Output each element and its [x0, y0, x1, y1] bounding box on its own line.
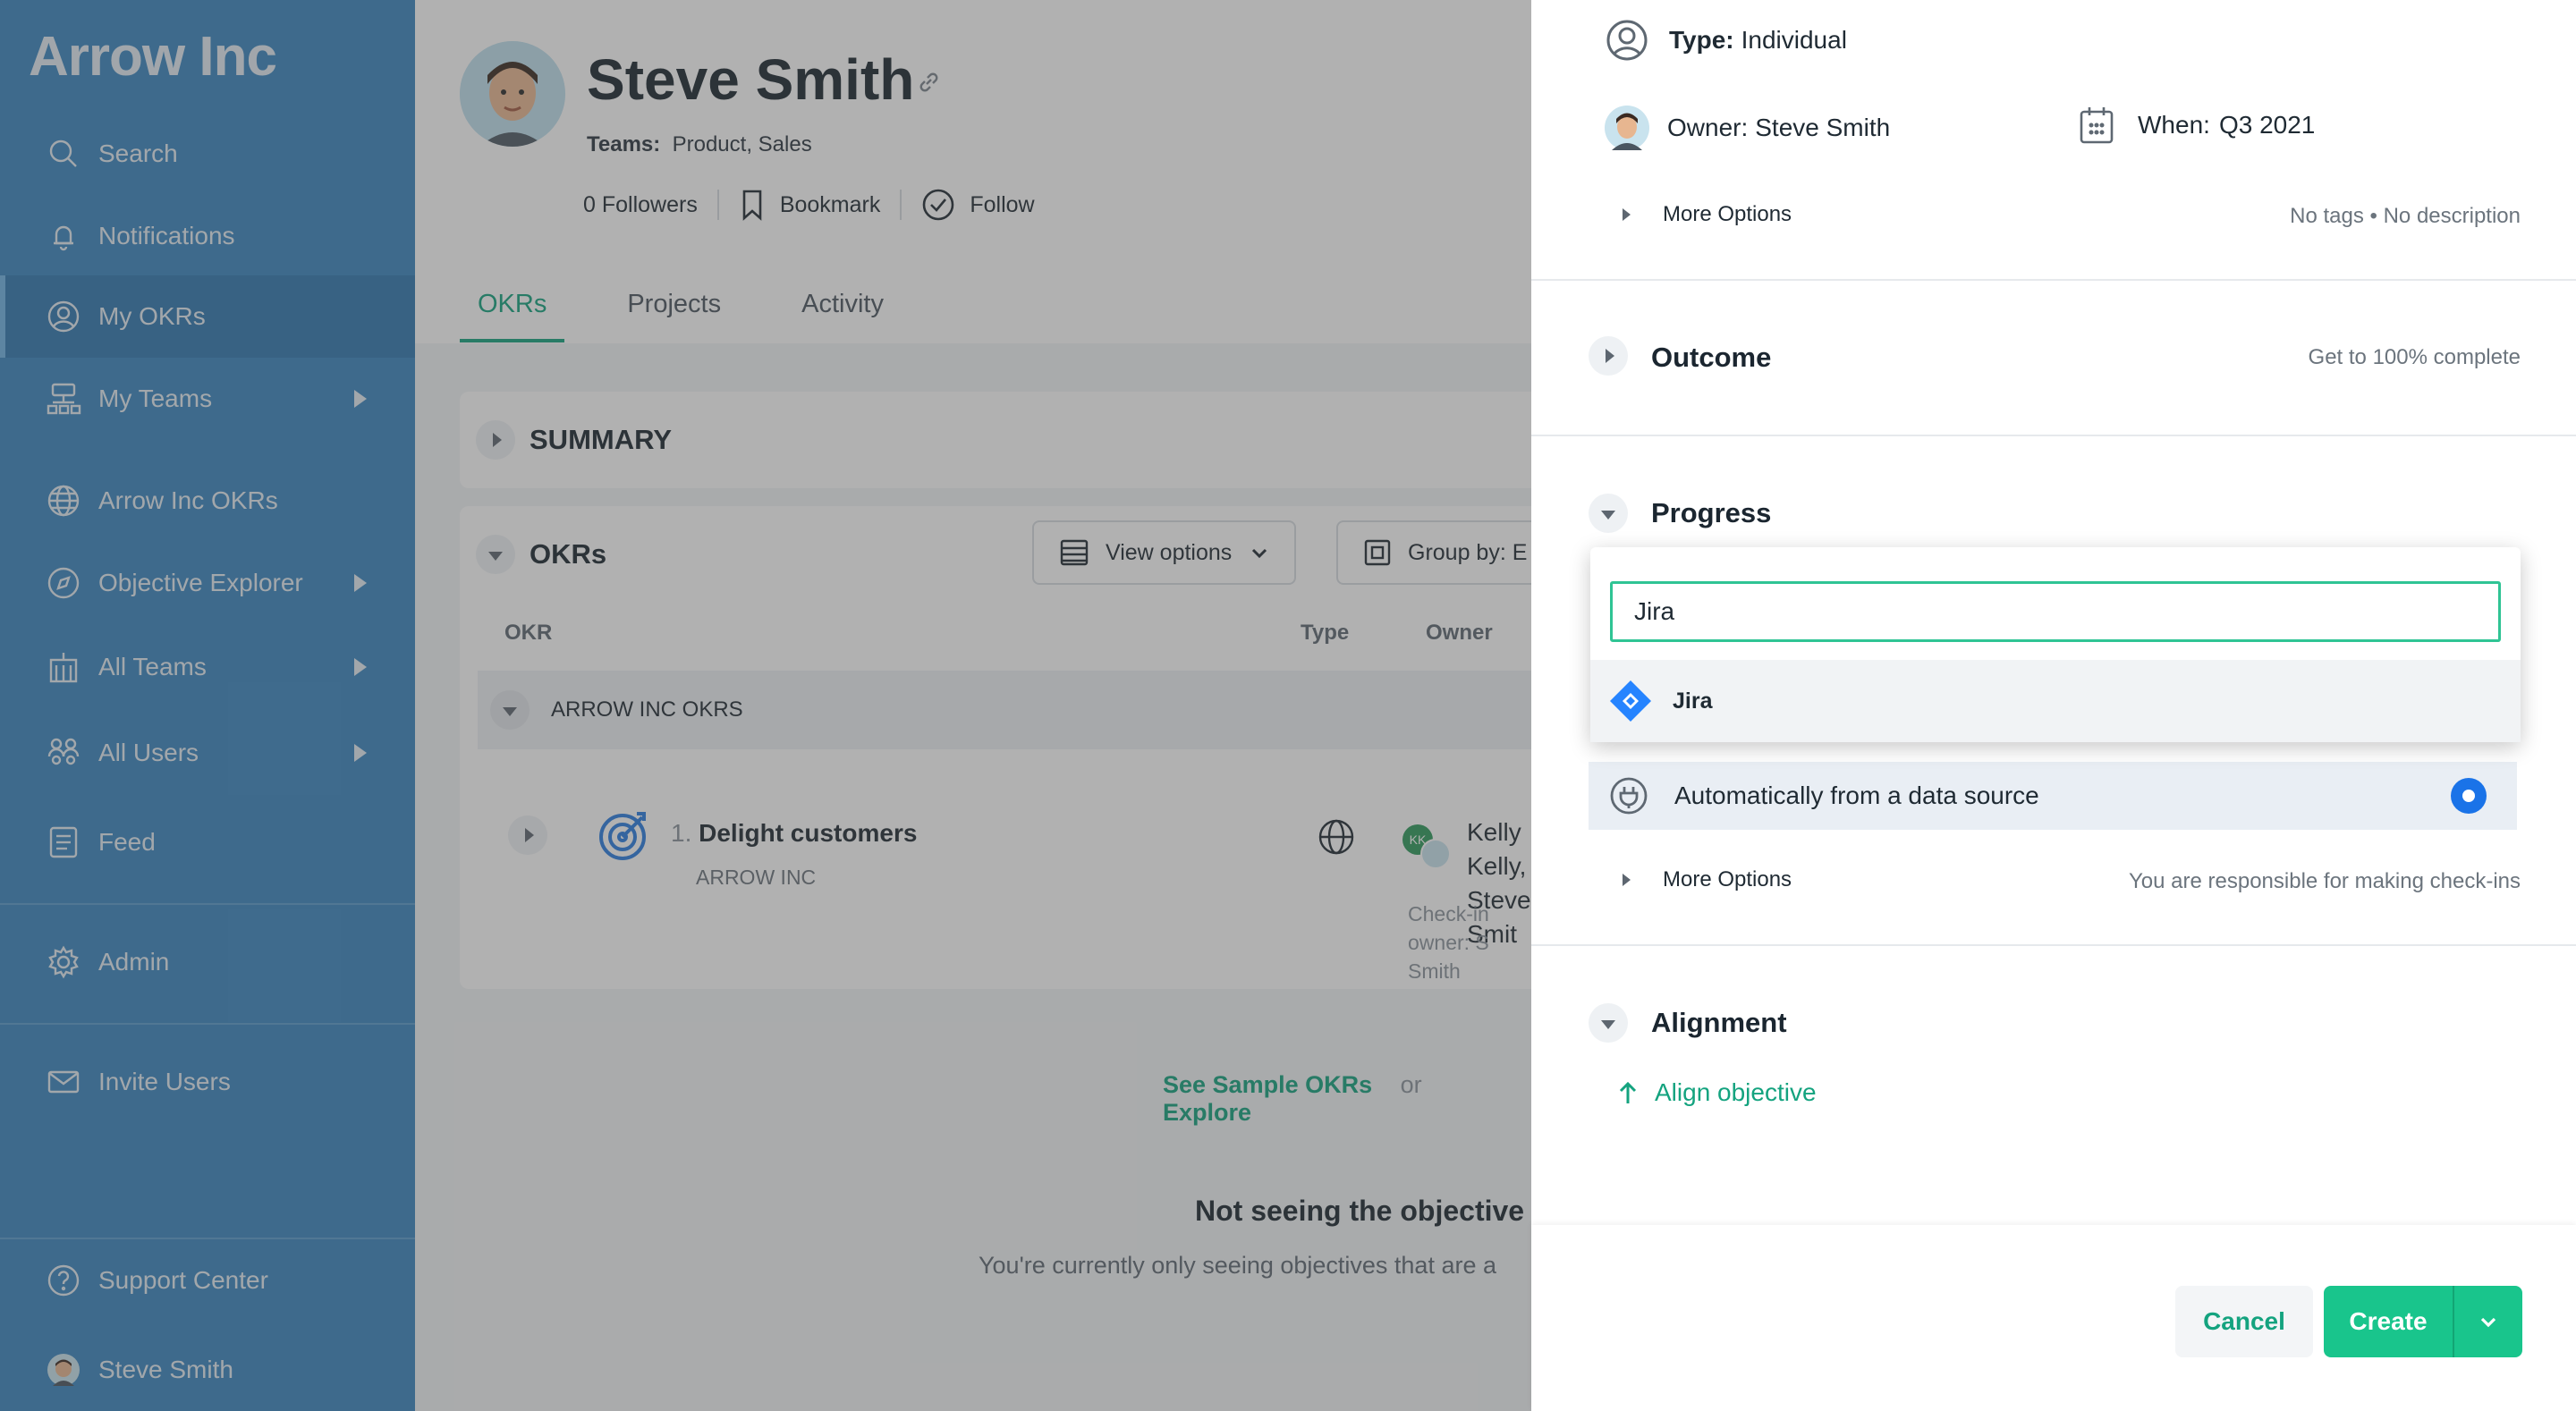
caret-down-icon — [1601, 1019, 1615, 1029]
dropdown-option-jira[interactable]: Jira — [1590, 660, 2521, 742]
divider — [1531, 944, 2576, 946]
caret-right-icon — [1623, 874, 1631, 886]
chevron-down-icon — [2480, 1317, 2496, 1328]
plug-icon — [1610, 777, 1648, 815]
type-row[interactable]: Type: Individual — [1605, 18, 1847, 63]
user-circle-icon — [1606, 20, 1648, 61]
radio-selected[interactable] — [2451, 778, 2487, 814]
divider — [1531, 279, 2576, 281]
data-source-search-input[interactable] — [1610, 581, 2501, 642]
create-button[interactable]: Create — [2324, 1286, 2453, 1357]
alignment-toggle[interactable] — [1589, 1003, 1628, 1043]
responsibility-text: You are responsible for making check-ins — [2128, 869, 2521, 893]
alignment-title[interactable]: Alignment — [1651, 1007, 1787, 1039]
progress-title[interactable]: Progress — [1651, 497, 1771, 529]
progress-toggle[interactable] — [1589, 494, 1628, 533]
tags-description-summary: No tags • No description — [2290, 204, 2521, 228]
calendar-icon — [2080, 107, 2114, 144]
divider — [1531, 435, 2576, 436]
jira-icon — [1610, 680, 1651, 722]
more-options-label: More Options — [1663, 867, 1792, 891]
modal-backdrop[interactable] — [0, 0, 1531, 1411]
when-label: When: — [2138, 111, 2210, 139]
caret-right-icon — [1623, 208, 1631, 221]
avatar — [1605, 106, 1649, 150]
caret-down-icon — [1601, 510, 1615, 520]
type-label: Type: — [1669, 26, 1734, 54]
outcome-value: Get to 100% complete — [2308, 345, 2521, 369]
when-value[interactable]: Q3 2021 — [2219, 111, 2315, 139]
more-options-toggle[interactable]: More Options — [1623, 202, 1792, 227]
create-options-button[interactable] — [2453, 1286, 2522, 1357]
owner-value[interactable]: Steve Smith — [1755, 114, 1890, 142]
progress-source-label: Automatically from a data source — [1674, 782, 2039, 809]
more-options-label: More Options — [1663, 202, 1792, 226]
when-row[interactable]: When: Q3 2021 — [2079, 106, 2315, 145]
more-options-toggle-2[interactable]: More Options — [1623, 867, 1792, 892]
align-objective-link[interactable]: Align objective — [1617, 1078, 1817, 1107]
owner-label: Owner: — [1667, 114, 1749, 141]
arrow-up-icon — [1619, 1081, 1637, 1103]
cancel-button[interactable]: Cancel — [2175, 1286, 2313, 1357]
outcome-title[interactable]: Outcome — [1651, 342, 1771, 374]
dropdown-option-label: Jira — [1673, 688, 1713, 714]
caret-right-icon — [1605, 349, 1614, 363]
progress-source-option[interactable]: Automatically from a data source — [1589, 762, 2517, 830]
align-objective-label: Align objective — [1655, 1078, 1817, 1106]
type-value[interactable]: Individual — [1741, 26, 1847, 55]
data-source-dropdown: Jira — [1590, 547, 2521, 742]
owner-row[interactable]: Owner: Steve Smith — [1605, 106, 1890, 150]
outcome-toggle[interactable] — [1589, 336, 1628, 376]
